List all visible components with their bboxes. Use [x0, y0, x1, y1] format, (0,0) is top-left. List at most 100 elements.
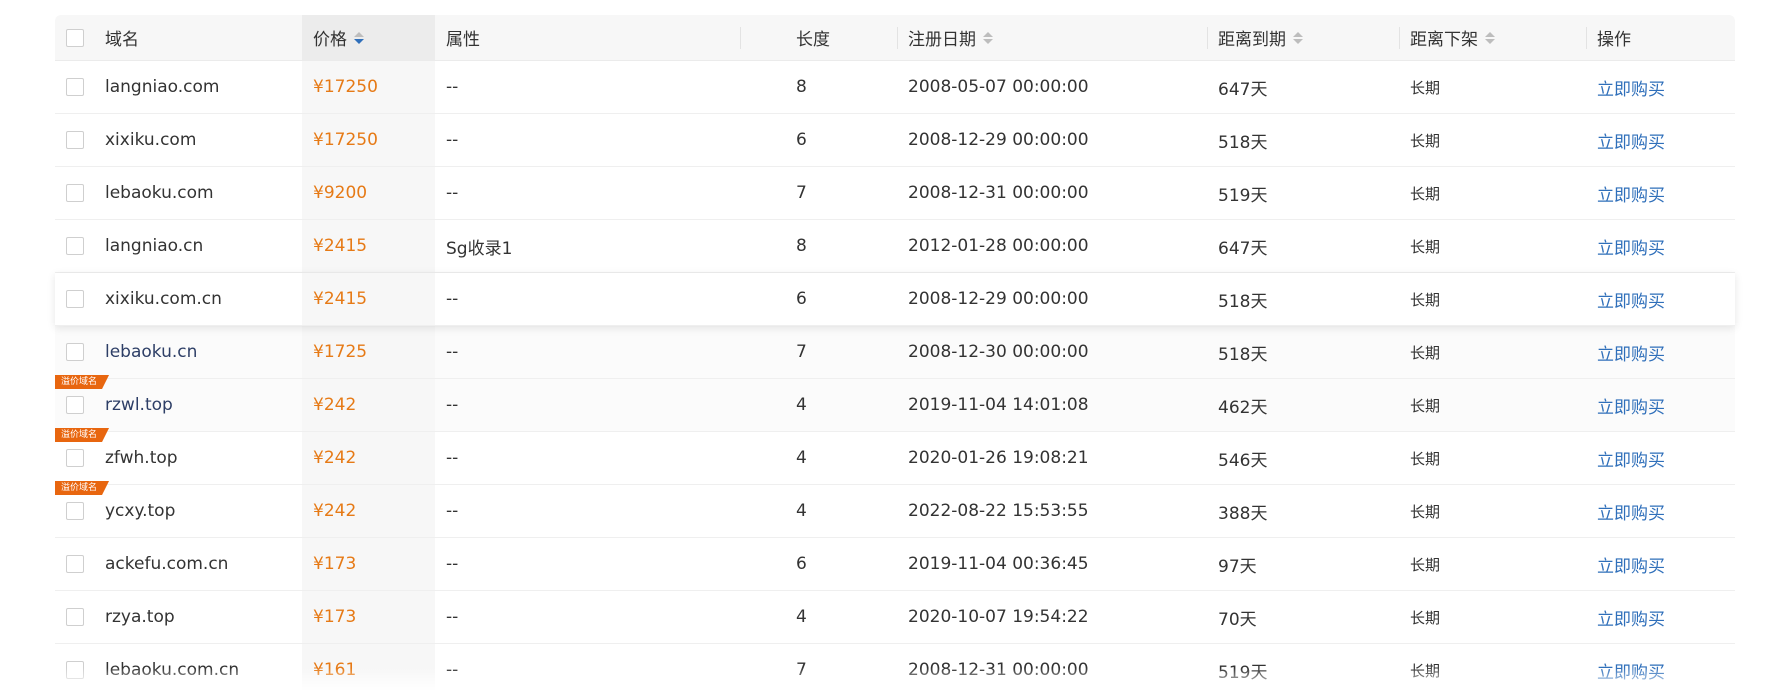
row-checkbox[interactable]	[66, 290, 84, 308]
registration-date: 2019-11-04 14:01:08	[908, 395, 1089, 415]
domain-length: 7	[796, 183, 807, 203]
table-row[interactable]: 溢价域名 zfwh.top ¥242 -- 4 2020-01-26 19:08:21 54…	[55, 432, 1735, 485]
row-select-cell[interactable]	[66, 220, 84, 272]
attribute: Sg收录1	[446, 238, 513, 259]
domain-name: langniao.cn	[105, 236, 204, 256]
buy-now-link[interactable]: 立即购买	[1597, 379, 1665, 431]
buy-now-link[interactable]: 立即购买	[1597, 326, 1665, 378]
sort-asc-icon	[983, 31, 993, 37]
sort-desc-icon	[354, 38, 364, 44]
days-to-expire: 647天	[1218, 79, 1268, 100]
row-select-cell[interactable]	[66, 591, 84, 643]
price: ¥242	[313, 448, 357, 468]
price: ¥161	[313, 660, 357, 680]
row-select-cell[interactable]	[66, 114, 84, 166]
row-select-cell[interactable]	[66, 644, 84, 690]
domain-name: ycxy.top	[105, 501, 176, 521]
attribute: --	[446, 501, 459, 521]
days-to-offshelf: 长期	[1410, 237, 1441, 256]
days-to-offshelf: 长期	[1410, 502, 1441, 521]
buy-now-link[interactable]: 立即购买	[1597, 167, 1665, 219]
row-select-cell[interactable]	[66, 326, 84, 378]
price: ¥2415	[313, 289, 368, 309]
table-row[interactable]: xixiku.com.cn ¥2415 -- 6 2008-12-29 00:00:00…	[55, 273, 1735, 326]
days-to-expire: 519天	[1218, 185, 1268, 206]
buy-now-link[interactable]: 立即购买	[1597, 644, 1665, 690]
table-row[interactable]: lebaoku.cn ¥1725 -- 7 2008-12-30 00:00:00 518…	[55, 326, 1735, 379]
table-row[interactable]: lebaoku.com.cn ¥161 -- 7 2008-12-31 00:00:00…	[55, 644, 1735, 690]
row-checkbox[interactable]	[66, 343, 84, 361]
row-select-cell[interactable]	[66, 61, 84, 113]
column-divider	[1207, 27, 1208, 49]
header-price[interactable]: 价格	[302, 15, 435, 60]
domain-name: xixiku.com	[105, 130, 197, 150]
registration-date: 2008-05-07 00:00:00	[908, 77, 1089, 97]
header-reg-date[interactable]: 注册日期	[908, 15, 993, 60]
buy-now-link[interactable]: 立即购买	[1597, 273, 1665, 325]
table-row[interactable]: 溢价域名 rzwl.top ¥242 -- 4 2019-11-04 14:01:08 46…	[55, 379, 1735, 432]
row-checkbox[interactable]	[66, 555, 84, 573]
price: ¥242	[313, 395, 357, 415]
registration-date: 2008-12-30 00:00:00	[908, 342, 1089, 362]
buy-now-link[interactable]: 立即购买	[1597, 220, 1665, 272]
row-checkbox[interactable]	[66, 78, 84, 96]
domain-market-page: 域名 价格 属性 长度 注册日期 距离到期 距离下架 操作 langniao.c…	[0, 0, 1776, 690]
domain-name: lebaoku.com	[105, 183, 214, 203]
row-checkbox[interactable]	[66, 661, 84, 679]
row-checkbox[interactable]	[66, 131, 84, 149]
table-row[interactable]: 溢价域名 ycxy.top ¥242 -- 4 2022-08-22 15:53:55 38…	[55, 485, 1735, 538]
buy-now-link[interactable]: 立即购买	[1597, 485, 1665, 537]
row-select-cell[interactable]	[66, 167, 84, 219]
days-to-expire: 518天	[1218, 291, 1268, 312]
row-checkbox[interactable]	[66, 184, 84, 202]
domain-length: 8	[796, 236, 807, 256]
attribute: --	[446, 660, 459, 680]
table-row[interactable]: lebaoku.com ¥9200 -- 7 2008-12-31 00:00:00 51…	[55, 167, 1735, 220]
buy-now-link[interactable]: 立即购买	[1597, 538, 1665, 590]
domain-name: lebaoku.cn	[105, 342, 198, 362]
sort-expire-icon[interactable]	[1293, 31, 1303, 44]
registration-date: 2020-01-26 19:08:21	[908, 448, 1089, 468]
header-op: 操作	[1597, 30, 1631, 50]
table-row[interactable]: xixiku.com ¥17250 -- 6 2008-12-29 00:00:00 51…	[55, 114, 1735, 167]
table-row[interactable]: ackefu.com.cn ¥173 -- 6 2019-11-04 00:36:45 9…	[55, 538, 1735, 591]
buy-now-link[interactable]: 立即购买	[1597, 432, 1665, 484]
price: ¥242	[313, 501, 357, 521]
domain-name: zfwh.top	[105, 448, 178, 468]
sort-price-icon[interactable]	[354, 31, 364, 44]
row-checkbox[interactable]	[66, 396, 84, 414]
days-to-expire: 462天	[1218, 397, 1268, 418]
sort-offshelf-icon[interactable]	[1485, 31, 1495, 44]
buy-now-link[interactable]: 立即购买	[1597, 61, 1665, 113]
column-divider	[1586, 27, 1587, 49]
sort-reg-date-icon[interactable]	[983, 31, 993, 44]
days-to-offshelf: 长期	[1410, 555, 1441, 574]
registration-date: 2012-01-28 00:00:00	[908, 236, 1089, 256]
days-to-offshelf: 长期	[1410, 184, 1441, 203]
header-offshelf[interactable]: 距离下架	[1410, 15, 1495, 60]
row-select-cell[interactable]	[66, 538, 84, 590]
registration-date: 2008-12-31 00:00:00	[908, 660, 1089, 680]
row-checkbox[interactable]	[66, 449, 84, 467]
days-to-offshelf: 长期	[1410, 78, 1441, 97]
registration-date: 2020-10-07 19:54:22	[908, 607, 1089, 627]
header-expire[interactable]: 距离到期	[1218, 15, 1303, 60]
price: ¥173	[313, 554, 357, 574]
header-reg-date-label: 注册日期	[908, 30, 976, 50]
buy-now-link[interactable]: 立即购买	[1597, 114, 1665, 166]
table-row[interactable]: langniao.com ¥17250 -- 8 2008-05-07 00:00:00…	[55, 61, 1735, 114]
price: ¥9200	[313, 183, 368, 203]
premium-badge: 溢价域名	[55, 428, 109, 442]
sort-desc-icon	[1485, 38, 1495, 44]
attribute: --	[446, 130, 459, 150]
domain-length: 6	[796, 130, 807, 150]
table-row[interactable]: rzya.top ¥173 -- 4 2020-10-07 19:54:22 70天 长期 立…	[55, 591, 1735, 644]
days-to-offshelf: 长期	[1410, 396, 1441, 415]
row-checkbox[interactable]	[66, 608, 84, 626]
row-select-cell[interactable]	[66, 273, 84, 325]
select-all-checkbox[interactable]	[66, 28, 84, 47]
table-row[interactable]: langniao.cn ¥2415 Sg收录1 8 2012-01-28 00:00:0…	[55, 220, 1735, 273]
row-checkbox[interactable]	[66, 237, 84, 255]
buy-now-link[interactable]: 立即购买	[1597, 591, 1665, 643]
row-checkbox[interactable]	[66, 502, 84, 520]
